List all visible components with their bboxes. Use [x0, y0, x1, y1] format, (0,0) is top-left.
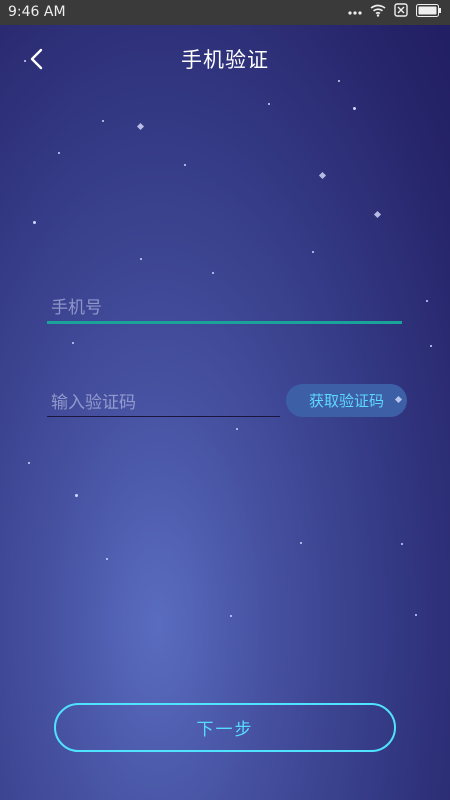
star-decoration: [28, 462, 30, 464]
star-decoration: [72, 342, 74, 344]
verification-code-input[interactable]: [47, 389, 280, 417]
star-decoration: [401, 543, 403, 545]
star-decoration: [106, 558, 108, 560]
status-icons: [348, 3, 442, 21]
status-time: 9:46 AM: [8, 4, 66, 20]
get-code-button[interactable]: 获取验证码: [286, 384, 407, 417]
star-decoration: [33, 221, 36, 224]
star-decoration: [312, 251, 314, 253]
star-decoration: [300, 542, 302, 544]
star-decoration: [136, 122, 145, 131]
star-decoration: [426, 300, 428, 302]
star-decoration: [230, 615, 232, 617]
next-step-button[interactable]: 下一步: [54, 703, 396, 752]
status-bar: 9:46 AM: [0, 0, 450, 25]
wifi-icon: [370, 4, 386, 21]
star-decoration: [318, 171, 327, 180]
star-decoration: [102, 120, 104, 122]
star-decoration: [24, 60, 26, 62]
more-dots-icon: [348, 4, 362, 20]
star-decoration: [430, 345, 432, 347]
star-decoration: [415, 614, 417, 616]
star-decoration: [268, 103, 270, 105]
star-decoration: [212, 272, 214, 274]
star-decoration: [353, 107, 356, 110]
star-decoration: [75, 494, 78, 497]
star-decoration: [236, 428, 238, 430]
page-title: 手机验证: [181, 48, 269, 72]
star-decoration: [373, 210, 382, 219]
star-decoration: [338, 80, 340, 82]
no-sim-icon: [394, 3, 408, 21]
star-decoration: [140, 258, 142, 260]
phone-input[interactable]: [47, 294, 402, 324]
star-decoration: [184, 164, 186, 166]
battery-icon: [416, 3, 442, 21]
star-decoration: [58, 152, 60, 154]
